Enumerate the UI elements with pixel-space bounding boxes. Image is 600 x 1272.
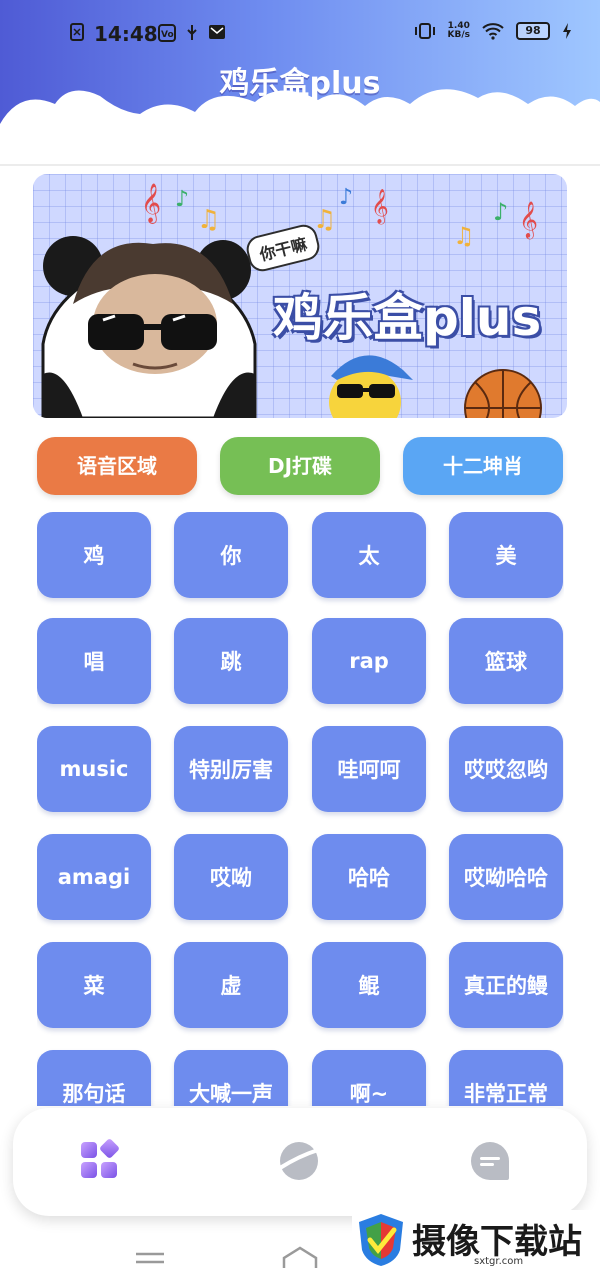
category-dj-button[interactable]: DJ打碟 — [220, 437, 380, 495]
sound-button[interactable]: 唱 — [37, 618, 151, 704]
sound-button[interactable]: 那句话 — [37, 1050, 151, 1106]
home-icon[interactable] — [280, 1246, 320, 1270]
sound-button[interactable]: 哇呵呵 — [312, 726, 426, 812]
sim-icon — [70, 23, 84, 41]
sound-button[interactable]: 美 — [449, 512, 563, 598]
clouds-decoration — [0, 89, 600, 160]
sound-button[interactable]: 你 — [174, 512, 288, 598]
sound-button[interactable]: 特别厉害 — [174, 726, 288, 812]
mail-icon — [209, 25, 225, 39]
svg-text:♪: ♪ — [493, 198, 508, 226]
sound-button[interactable]: amagi — [37, 834, 151, 920]
battery-level: 98 — [516, 22, 550, 40]
nav-tab-home[interactable] — [77, 1138, 125, 1186]
status-notification-icons: Vo — [158, 24, 226, 42]
chat-icon — [470, 1142, 509, 1180]
sound-button[interactable]: 鸡 — [37, 512, 151, 598]
sound-button[interactable]: 哎哎忽哟 — [449, 726, 563, 812]
vo-icon: Vo — [158, 24, 176, 42]
vibrate-icon — [414, 23, 435, 39]
svg-text:♫: ♫ — [197, 205, 220, 235]
svg-text:♪: ♪ — [175, 187, 189, 212]
planet-icon — [278, 1142, 320, 1180]
sound-button-grid[interactable]: 鸡 你 太 美 唱 跳 rap 篮球 music 特别厉害 哇呵呵 哎哎忽哟 a… — [37, 512, 564, 1106]
svg-text:♪: ♪ — [339, 185, 353, 210]
header-divider — [0, 164, 600, 166]
sound-button[interactable]: 啊~ — [312, 1050, 426, 1106]
status-left-icons — [70, 23, 84, 41]
grid-icon — [81, 1139, 119, 1178]
category-zodiac-button[interactable]: 十二坤肖 — [403, 437, 563, 495]
status-right-icons: 1.40 KB/s 98 — [414, 22, 572, 40]
chick-mascot-illustration — [329, 355, 413, 418]
sound-button[interactable]: music — [37, 726, 151, 812]
usb-icon — [187, 25, 197, 40]
status-bar: 14:48 Vo 1.40 KB/s 98 — [0, 0, 600, 52]
bottom-nav — [13, 1108, 587, 1216]
sound-button[interactable]: 篮球 — [449, 618, 563, 704]
nav-tab-discover[interactable] — [276, 1138, 324, 1186]
watermark: 摄像下载站 sxtgr.com — [352, 1210, 600, 1272]
svg-text:𝄞: 𝄞 — [141, 183, 161, 224]
network-speed-unit: KB/s — [447, 30, 470, 40]
network-speed: 1.40 KB/s — [448, 22, 470, 40]
menu-icon[interactable] — [134, 1250, 166, 1270]
sound-button[interactable]: 菜 — [37, 942, 151, 1028]
svg-text:𝄞: 𝄞 — [519, 200, 538, 239]
category-label: 语音区域 — [77, 454, 157, 478]
charging-icon — [563, 23, 571, 39]
sound-button[interactable]: 哎呦 — [174, 834, 288, 920]
sound-button[interactable]: 哈哈 — [312, 834, 426, 920]
sound-button[interactable]: 哎呦哈哈 — [449, 834, 563, 920]
app-header: 14:48 Vo 1.40 KB/s 98 鸡乐盒plus — [0, 0, 600, 160]
sound-button[interactable]: 太 — [312, 512, 426, 598]
svg-text:Vo: Vo — [161, 30, 174, 40]
sound-button[interactable]: 大喊一声 — [174, 1050, 288, 1106]
svg-text:𝄞: 𝄞 — [371, 189, 389, 225]
wifi-icon — [482, 23, 504, 40]
nav-tab-messages[interactable] — [467, 1138, 515, 1186]
svg-text:♫: ♫ — [453, 222, 475, 250]
sound-button[interactable]: 跳 — [174, 618, 288, 704]
watermark-logo-icon — [359, 1214, 403, 1266]
category-voice-area-button[interactable]: 语音区域 — [37, 437, 197, 495]
sound-button[interactable]: 虚 — [174, 942, 288, 1028]
category-label: 十二坤肖 — [443, 454, 523, 478]
sound-button[interactable]: 非常正常 — [449, 1050, 563, 1106]
basketball-illustration — [464, 369, 542, 418]
sound-button[interactable]: 真正的鳗 — [449, 942, 563, 1028]
sound-button[interactable]: rap — [312, 618, 426, 704]
promo-banner[interactable]: 𝄞 ♪ ♫ ♫ ♪ 𝄞 ♫ ♪ 𝄞 你干嘛 鸡乐盒plus — [33, 174, 567, 418]
status-time: 14:48 — [94, 22, 158, 46]
watermark-url: sxtgr.com — [474, 1256, 524, 1267]
category-label: DJ打碟 — [267, 454, 333, 478]
svg-text:♫: ♫ — [313, 205, 336, 235]
sound-button[interactable]: 鲲 — [312, 942, 426, 1028]
